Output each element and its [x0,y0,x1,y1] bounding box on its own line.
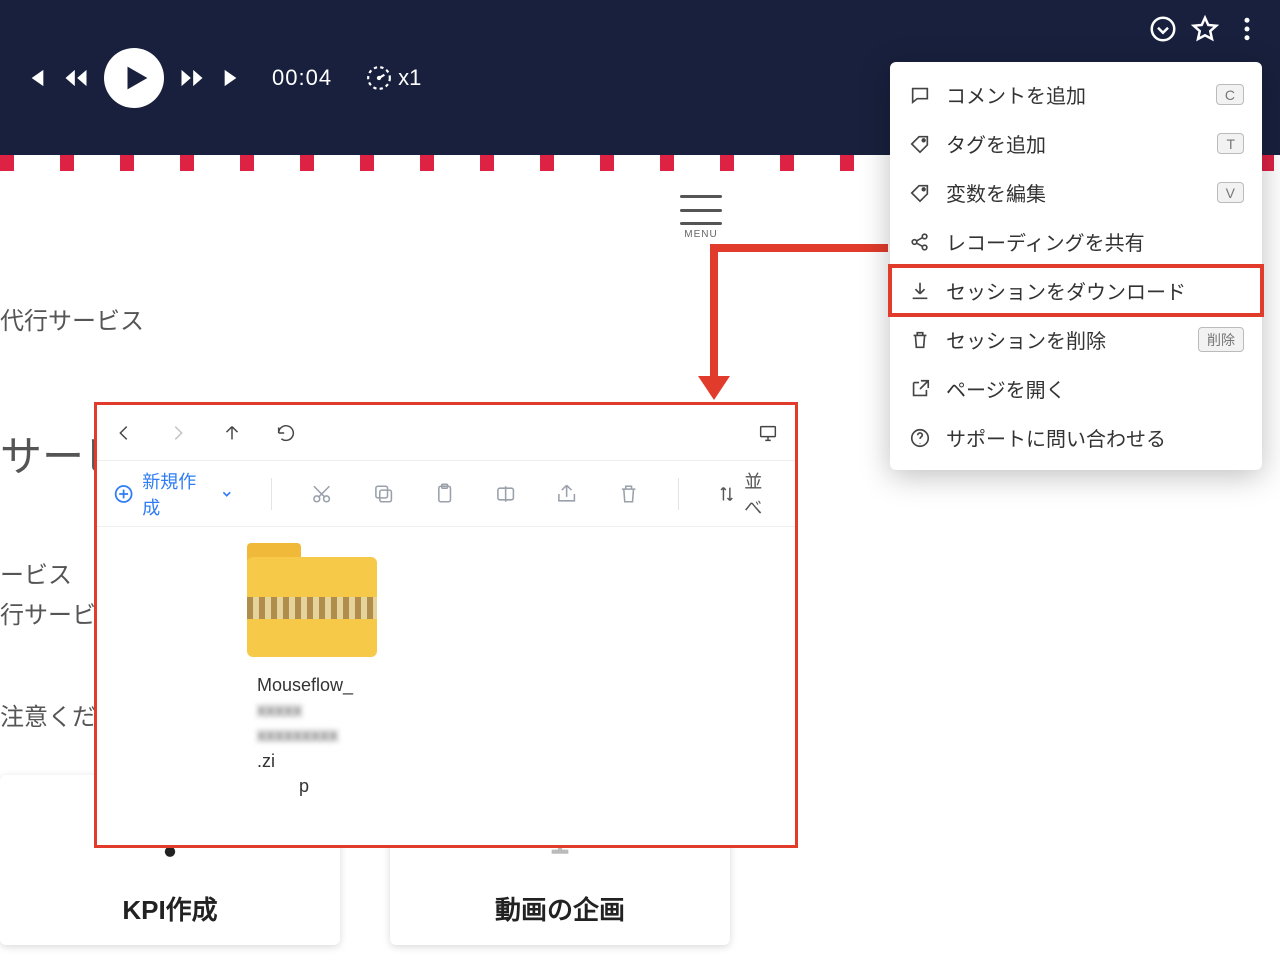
new-label: 新規作成 [142,468,212,520]
rename-icon[interactable] [494,482,517,506]
menu-label: サポートに問い合わせる [946,423,1166,452]
card-title: 動画の企画 [495,890,625,927]
share-icon [908,230,932,254]
text-fragment: ービス [0,555,72,590]
menu-add-comment[interactable]: コメントを追加 C [890,70,1262,119]
card-title: KPI作成 [122,890,217,927]
menu-label: セッションを削除 [946,325,1106,354]
download-icon [908,279,932,303]
menu-label: 変数を編集 [946,178,1046,207]
refresh-icon[interactable] [275,422,297,444]
annotation-arrow [710,244,718,386]
shortcut-key: T [1217,133,1244,154]
speed-button[interactable]: x1 [366,65,421,91]
actions-dropdown: コメントを追加 C タグを追加 T 変数を編集 V レコーディングを共有 セッシ… [890,62,1262,470]
speed-label: x1 [398,65,421,91]
explorer-toolbar: 新規作成 並べ [97,461,795,527]
menu-download-session[interactable]: セッションをダウンロード [890,266,1262,315]
menu-share-recording[interactable]: レコーディングを共有 [890,217,1262,266]
tag-icon [908,181,932,205]
cut-icon[interactable] [310,482,333,506]
text-fragment: 行サービ [0,595,96,630]
menu-label: MENU [680,229,722,240]
tag-icon [908,132,932,156]
skip-back-icon[interactable] [20,64,48,92]
player-time: 00:04 [272,65,332,91]
text-fragment: 代行サービス [0,301,144,336]
monitor-icon[interactable] [757,422,779,444]
trash-icon [908,328,932,352]
hamburger-menu[interactable]: MENU [680,195,722,240]
chevron-circle-icon[interactable] [1148,14,1178,44]
paste-icon[interactable] [433,482,456,506]
menu-label: レコーディングを共有 [946,227,1145,256]
open-icon [908,377,932,401]
delete-icon[interactable] [617,482,640,506]
copy-icon[interactable] [372,482,395,506]
text-fragment: 注意くだ [0,697,96,732]
rewind-icon[interactable] [62,64,90,92]
menu-open-page[interactable]: ページを開く [890,364,1262,413]
annotation-arrowhead [698,376,730,400]
menu-add-tag[interactable]: タグを追加 T [890,119,1262,168]
help-icon [908,426,932,450]
share-icon[interactable] [555,482,578,506]
shortcut-key: 削除 [1198,327,1244,352]
forward-icon[interactable] [167,422,189,444]
back-icon[interactable] [113,422,135,444]
explorer-nav [97,405,795,461]
menu-contact-support[interactable]: サポートに問い合わせる [890,413,1262,462]
explorer-body: Mouseflow_xxxxx xxxxxxxxx.zi p [97,527,795,829]
menu-label: セッションをダウンロード [946,276,1186,305]
play-button[interactable] [104,48,164,108]
menu-label: タグを追加 [946,129,1046,158]
file-name: Mouseflow_xxxxx xxxxxxxxx.zi p [247,673,287,799]
shortcut-key: C [1216,84,1244,105]
fast-forward-icon[interactable] [178,64,206,92]
shortcut-key: V [1217,182,1244,203]
star-icon[interactable] [1190,14,1220,44]
annotation-arrow [710,244,888,252]
menu-label: ページを開く [946,374,1066,403]
kebab-menu-icon[interactable] [1232,14,1262,44]
zip-folder-icon [247,557,377,657]
menu-label: コメントを追加 [946,80,1086,109]
menu-delete-session[interactable]: セッションを削除 削除 [890,315,1262,364]
skip-forward-icon[interactable] [220,64,248,92]
file-item[interactable]: Mouseflow_xxxxx xxxxxxxxx.zi p [127,557,287,799]
sort-label: 並べ [744,468,779,520]
up-icon[interactable] [221,422,243,444]
comment-icon [908,83,932,107]
new-button[interactable]: 新規作成 [113,468,233,520]
menu-edit-vars[interactable]: 変数を編集 V [890,168,1262,217]
sort-button[interactable]: 並べ [717,468,779,520]
file-explorer-window: 新規作成 並べ Mouseflow_xxxxx xxxxxxxxx.zi p [94,402,798,848]
